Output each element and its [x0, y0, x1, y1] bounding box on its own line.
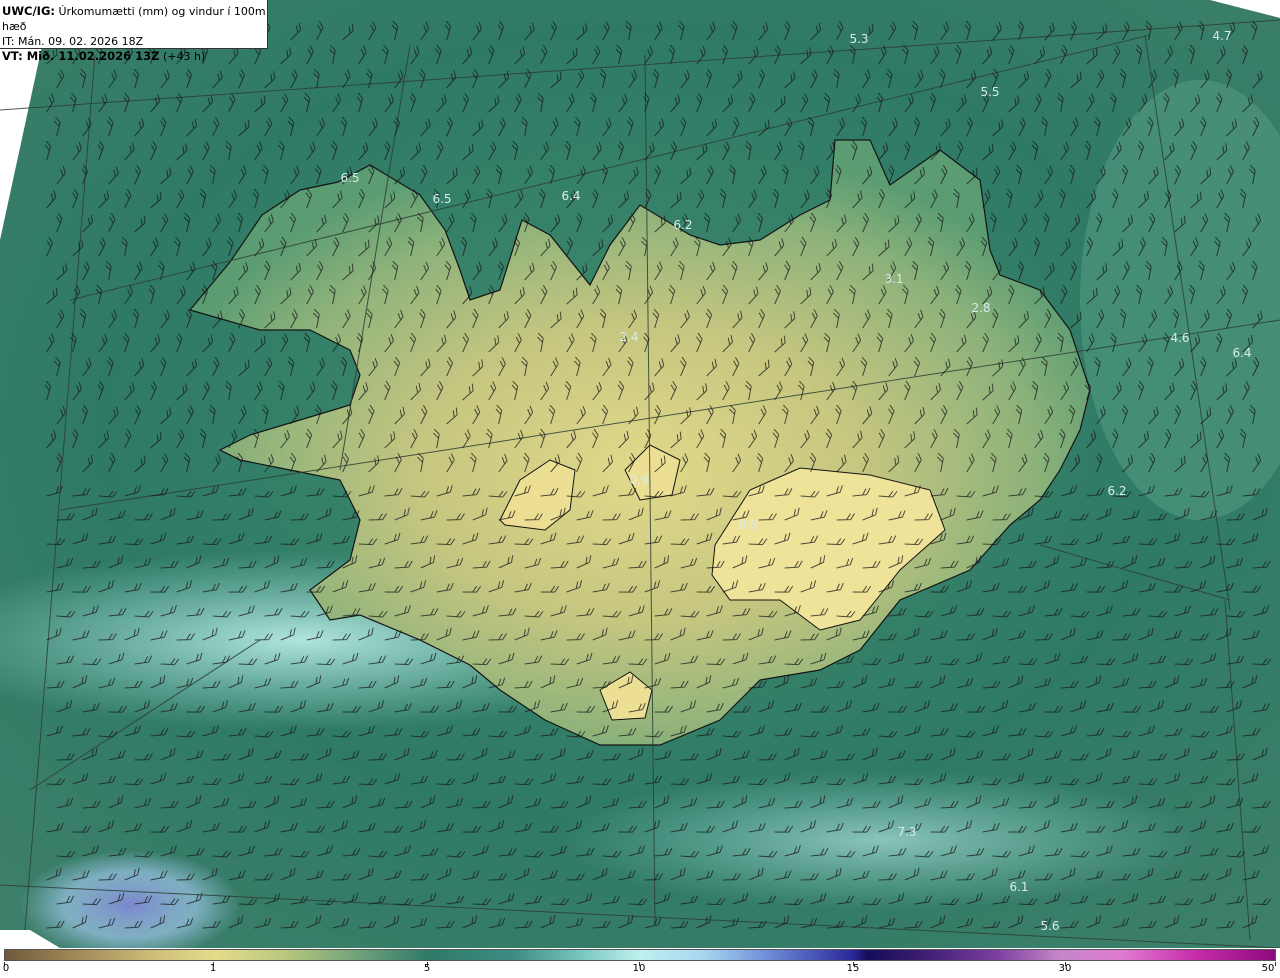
value-label: 2.8: [971, 301, 991, 315]
value-label: 7.3: [897, 825, 917, 839]
value-label: 6.5: [340, 171, 360, 185]
value-label: 6.5: [432, 192, 452, 206]
model-label: UWC/IG:: [2, 4, 55, 18]
value-label: 6.4: [1232, 346, 1252, 360]
valid-time: VT: Mið. 11.02.2026 13Z: [2, 49, 160, 63]
colorbar-label: 50: [1261, 963, 1275, 974]
title-line: UWC/IG: Úrkomumætti (mm) og vindur í 100…: [2, 4, 267, 34]
initial-time: IT: Mán. 09. 02. 2026 18Z: [2, 35, 144, 48]
colorbar-label: 30: [1058, 963, 1072, 974]
colorbar-tick: [1275, 962, 1276, 966]
colorbar-strip: [4, 949, 1276, 961]
precip-band-southeast: [560, 770, 1200, 910]
colorbar-label: 5: [423, 963, 431, 974]
value-label: 0.6: [738, 518, 758, 532]
value-label: 5.3: [849, 32, 869, 46]
value-label: 2.4: [619, 330, 639, 344]
map-info-box: UWC/IG: Úrkomumætti (mm) og vindur í 100…: [0, 0, 268, 63]
colorbar-label: 15: [846, 963, 860, 974]
forecast-map: 5.3 4.7 5.5 6.5 6.5 6.4 6.2 3.1 2.8 4.6 …: [0, 0, 1280, 948]
value-label: 0.9: [629, 473, 649, 487]
colorbar-label: 10: [632, 963, 646, 974]
value-label: 5.5: [980, 85, 1000, 99]
colorbar-label: 1: [209, 963, 217, 974]
valid-time-line: VT: Mið. 11.02.2026 13Z (+43 h): [2, 49, 267, 64]
value-label: 4.6: [1170, 331, 1190, 345]
value-label: 3.1: [884, 272, 904, 286]
value-label: 6.4: [561, 189, 581, 203]
value-label: 4.7: [1212, 29, 1232, 43]
precip-colorbar: 0 1 5 10 15 30 50: [0, 948, 1280, 978]
value-label: 6.2: [673, 218, 693, 232]
value-label: 6.2: [1107, 484, 1127, 498]
lead-time: (+43 h): [162, 50, 206, 63]
colorbar-label: 0: [2, 963, 10, 974]
value-label: 6.1: [1009, 880, 1029, 894]
value-label: 5.6: [1040, 919, 1060, 933]
